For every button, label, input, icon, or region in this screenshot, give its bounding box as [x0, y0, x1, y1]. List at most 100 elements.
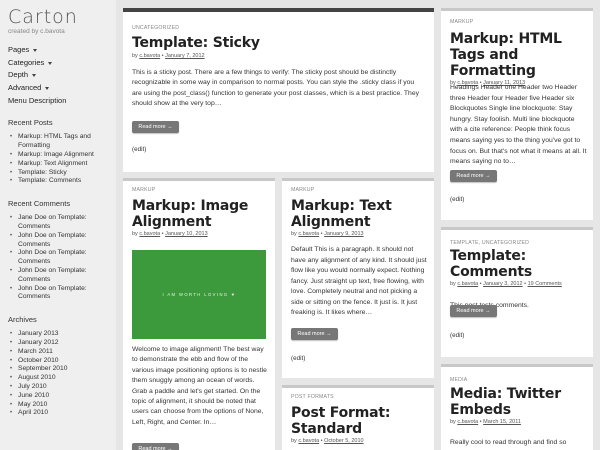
- post-title[interactable]: Markup: Text Alignment: [291, 198, 425, 230]
- post-excerpt: Default This is a paragraph. It should n…: [291, 246, 427, 316]
- recent-comment-link[interactable]: John Doe on Template: Comments: [8, 232, 116, 250]
- recent-posts-heading: Recent Posts: [8, 118, 53, 128]
- post-meta: by c.bavota • January 9, 2013: [291, 231, 364, 237]
- archive-link[interactable]: January 2012: [8, 339, 116, 348]
- archive-link[interactable]: July 2010: [8, 383, 116, 392]
- archive-link[interactable]: January 2013: [8, 330, 116, 339]
- caret-down-icon: [48, 61, 53, 65]
- post-card-template-comments: TEMPLATE, UNCATEGORIZED Template: Commen…: [441, 227, 593, 357]
- post-author[interactable]: c.bavota: [457, 281, 478, 287]
- archives-heading: Archives: [8, 315, 37, 325]
- post-category[interactable]: UNCATEGORIZED: [132, 25, 425, 31]
- by-label: by: [450, 281, 456, 287]
- edit-link[interactable]: (edit): [132, 146, 146, 153]
- post-meta: by c.bavota • January 10, 2013: [132, 231, 208, 237]
- archive-link[interactable]: June 2010: [8, 392, 116, 401]
- site-title[interactable]: Carton: [8, 7, 116, 27]
- edit-link[interactable]: (edit): [291, 355, 305, 362]
- nav-item-categories[interactable]: Categories: [8, 57, 116, 70]
- post-category[interactable]: MEDIA: [450, 377, 584, 383]
- post-excerpt: Welcome to image alignment! The best way…: [132, 346, 267, 426]
- read-more-button[interactable]: Read more →: [450, 305, 497, 317]
- post-category[interactable]: TEMPLATE, UNCATEGORIZED: [450, 240, 584, 246]
- post-title[interactable]: Template: Comments: [450, 248, 584, 280]
- nav-item-pages[interactable]: Pages: [8, 44, 116, 57]
- post-card-post-format-standard: POST FORMATS Post Format: Standard by c.…: [282, 385, 434, 450]
- recent-post-link[interactable]: Template: Comments: [8, 177, 116, 186]
- recent-comment-link[interactable]: Jane Doe on Template: Comments: [8, 214, 116, 232]
- post-category[interactable]: MARKUP: [291, 187, 425, 193]
- post-author[interactable]: c.bavota: [139, 231, 160, 237]
- archive-link[interactable]: August 2010: [8, 374, 116, 383]
- nav-label: Pages: [8, 45, 30, 54]
- post-category[interactable]: POST FORMATS: [291, 394, 425, 400]
- heart-icon: ♥: [231, 291, 235, 297]
- post-author[interactable]: c.bavota: [139, 53, 160, 59]
- post-card-html-tags: MARKUP Markup: HTML Tags and Formatting …: [441, 8, 593, 220]
- post-title[interactable]: Post Format: Standard: [291, 405, 425, 437]
- recent-post-link[interactable]: Markup: Text Alignment: [8, 160, 116, 169]
- edit-link[interactable]: (edit): [450, 332, 464, 339]
- nav-item-advanced[interactable]: Advanced: [8, 82, 116, 95]
- recent-comment-link[interactable]: John Doe on Template: Comments: [8, 249, 116, 267]
- post-image[interactable]: I AM WORTH LOVING ♥: [132, 250, 266, 339]
- recent-comments-list: Jane Doe on Template: Comments John Doe …: [8, 214, 116, 302]
- post-date[interactable]: October 5, 2010: [324, 438, 363, 444]
- edit-link[interactable]: (edit): [450, 196, 464, 203]
- post-card-sticky: UNCATEGORIZED Template: Sticky by c.bavo…: [123, 8, 434, 172]
- main-nav: Pages Categories Depth Advanced Menu Des…: [8, 44, 116, 107]
- post-meta: by c.bavota • October 5, 2010: [291, 438, 364, 444]
- post-title[interactable]: Media: Twitter Embeds: [450, 386, 584, 418]
- post-title[interactable]: Markup: HTML Tags and Formatting: [450, 31, 584, 79]
- by-label: by: [132, 231, 138, 237]
- image-text: I AM WORTH LOVING: [162, 292, 229, 297]
- read-more-button[interactable]: Read more →: [132, 443, 179, 450]
- post-title[interactable]: Markup: Image Alignment: [132, 198, 266, 230]
- post-date[interactable]: March 15, 2011: [483, 419, 521, 425]
- recent-comment-link[interactable]: John Doe on Template: Comments: [8, 285, 116, 303]
- archives-list: January 2013 January 2012 March 2011 Oct…: [8, 330, 116, 418]
- caret-down-icon: [33, 48, 38, 52]
- post-author[interactable]: c.bavota: [298, 438, 319, 444]
- post-meta: by c.bavota • January 3, 2012 • 19 Comme…: [450, 281, 562, 287]
- archive-link[interactable]: October 2010: [8, 357, 116, 366]
- recent-post-link[interactable]: Markup: HTML Tags and Formatting: [8, 133, 116, 151]
- post-card-image-alignment: MARKUP Markup: Image Alignment by c.bavo…: [123, 178, 275, 450]
- post-date[interactable]: January 7, 2012: [165, 53, 204, 59]
- read-more-button[interactable]: Read more →: [132, 121, 179, 133]
- archive-link[interactable]: April 2010: [8, 409, 116, 418]
- by-label: by: [291, 438, 297, 444]
- recent-post-link[interactable]: Markup: Image Alignment: [8, 151, 116, 160]
- post-category[interactable]: MARKUP: [132, 187, 266, 193]
- post-meta: by c.bavota • March 15, 2011: [450, 419, 521, 425]
- post-card-text-alignment: MARKUP Markup: Text Alignment by c.bavot…: [282, 178, 434, 378]
- nav-label: Depth: [8, 70, 29, 80]
- post-comments-count[interactable]: 19 Comments: [528, 281, 562, 287]
- nav-item-menu-description[interactable]: Menu Description: [8, 95, 116, 108]
- recent-posts-list: Markup: HTML Tags and Formatting Markup:…: [8, 133, 116, 186]
- archive-link[interactable]: March 2011: [8, 348, 116, 357]
- nav-item-depth[interactable]: Depth: [8, 69, 116, 82]
- post-category[interactable]: MARKUP: [450, 19, 584, 25]
- archive-link[interactable]: May 2010: [8, 401, 116, 410]
- post-date[interactable]: January 3, 2012: [483, 281, 522, 287]
- nav-label: Advanced: [8, 83, 42, 93]
- post-author[interactable]: c.bavota: [298, 231, 319, 237]
- post-author[interactable]: c.bavota: [457, 419, 478, 425]
- by-label: by: [291, 231, 297, 237]
- site-description: created by c.bavota: [8, 28, 65, 35]
- recent-post-link[interactable]: Template: Sticky: [8, 169, 116, 178]
- archive-link[interactable]: September 2010: [8, 365, 116, 374]
- post-title[interactable]: Template: Sticky: [132, 35, 425, 52]
- post-excerpt: Headings Header one Header two Header th…: [450, 84, 587, 166]
- recent-comment-link[interactable]: John Doe on Template: Comments: [8, 267, 116, 285]
- read-more-button[interactable]: Read more →: [450, 170, 497, 182]
- nav-label: Categories: [8, 57, 45, 67]
- by-label: by: [132, 53, 138, 59]
- sidebar: Carton created by c.bavota Pages Categor…: [0, 0, 116, 450]
- post-excerpt: Really cool to read through and find so …: [450, 439, 576, 450]
- post-date[interactable]: January 10, 2013: [165, 231, 208, 237]
- post-date[interactable]: January 9, 2013: [324, 231, 363, 237]
- read-more-button[interactable]: Read more →: [291, 328, 338, 340]
- by-label: by: [450, 419, 456, 425]
